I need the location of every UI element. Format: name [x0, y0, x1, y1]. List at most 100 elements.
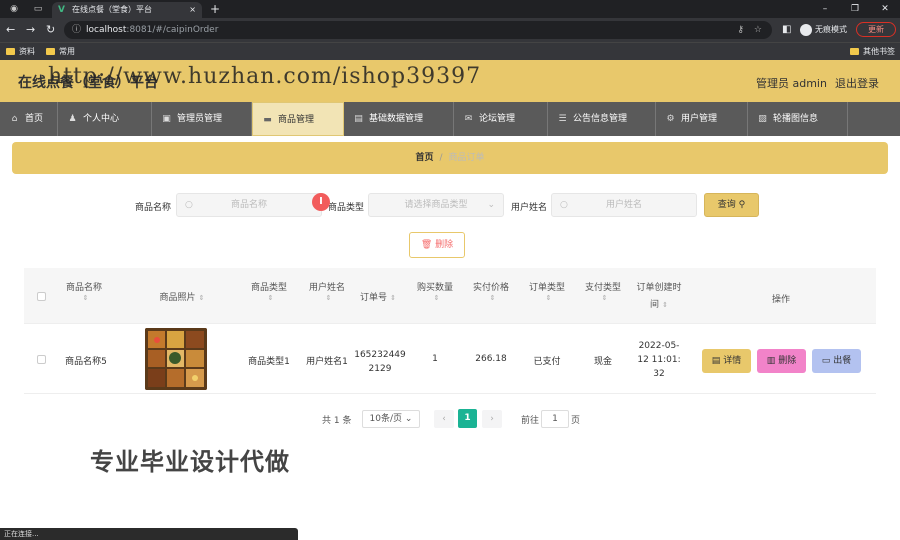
delete-label: 删除	[778, 356, 797, 366]
next-page-button[interactable]: ›	[482, 410, 502, 428]
key-icon[interactable]: ⚷	[737, 21, 744, 39]
sort-icon[interactable]: ⇕	[434, 294, 440, 302]
row-delete-button[interactable]: ▥ 删除	[757, 349, 806, 373]
tab-title: 在线点餐（堂食）平台	[72, 5, 152, 14]
cell-quantity: 1	[432, 354, 438, 364]
click-cursor-icon: I	[312, 193, 330, 211]
batch-delete-button[interactable]: 🗑︎ 删除	[409, 232, 465, 258]
incognito-label: 无痕模式	[815, 25, 847, 34]
user-name-input[interactable]: ○ 用户姓名	[551, 193, 697, 217]
page-size-label: 10条/页	[369, 414, 403, 424]
sort-icon[interactable]: ⇕	[268, 294, 274, 302]
close-window-button[interactable]: ✕	[870, 0, 900, 18]
back-icon[interactable]: ←	[6, 23, 15, 37]
incognito-indicator[interactable]: 无痕模式	[800, 23, 847, 37]
prev-page-button[interactable]: ‹	[434, 410, 454, 428]
pagination: 共 1 条 10条/页 ⌄ ‹ 1 › 前往 1 页	[0, 408, 900, 430]
menu-label: 公告信息管理	[573, 114, 628, 124]
sort-icon[interactable]: ⇕	[199, 294, 205, 302]
bookmark-label: 常用	[59, 47, 75, 56]
col-header-price[interactable]: 实付价格 ⇕	[468, 280, 514, 303]
menu-label: 基础数据管理	[369, 114, 424, 124]
browser-tab-active[interactable]: V 在线点餐（堂食）平台 ×	[52, 2, 202, 18]
food-photo-image	[145, 328, 207, 390]
col-header-order-type[interactable]: 订单类型 ⇕	[524, 280, 570, 303]
bookmarks-bar: 资料 常用 其他书签	[0, 42, 900, 60]
forward-icon[interactable]: →	[26, 23, 35, 37]
user-name-label: 用户姓名	[511, 203, 548, 213]
col-header-created[interactable]: 订单创建时间 ⇕	[636, 280, 682, 314]
maximize-button[interactable]: ❐	[840, 0, 870, 18]
header-label: 支付类型	[584, 283, 621, 293]
menu-label: 商品管理	[278, 115, 315, 125]
delete-button-label: 删除	[435, 240, 454, 250]
reload-icon[interactable]: ↻	[46, 23, 55, 37]
cell-user: 用户姓名1	[306, 357, 348, 367]
trash-icon: 🗑︎	[420, 240, 433, 250]
menu-item-forum[interactable]: ✉ 论坛管理	[454, 102, 548, 136]
header-label: 商品名称	[65, 283, 102, 293]
page-number-current[interactable]: 1	[458, 409, 477, 428]
list-icon: ☰	[558, 114, 567, 124]
product-type-select[interactable]: 请选择商品类型 ⌄	[368, 193, 504, 217]
logout-button[interactable]: 退出登录	[835, 75, 879, 91]
tab-search-icon[interactable]: ▭	[32, 3, 44, 15]
menu-item-profile[interactable]: ♟ 个人中心	[58, 102, 152, 136]
menu-item-users[interactable]: ⚙ 用户管理	[656, 102, 748, 136]
col-header-user[interactable]: 用户姓名 ⇕	[300, 280, 354, 303]
menu-item-notices[interactable]: ☰ 公告信息管理	[548, 102, 656, 136]
menu-item-products[interactable]: ▬ 商品管理	[252, 102, 344, 136]
detail-icon: ▤	[711, 356, 721, 366]
bookmark-folder-changyong[interactable]: 常用	[46, 45, 75, 59]
sort-icon[interactable]: ⇕	[662, 301, 668, 309]
col-header-type[interactable]: 商品类型 ⇕	[244, 280, 294, 303]
sort-icon[interactable]: ⇕	[83, 294, 89, 302]
bookmark-star-icon[interactable]: ☆	[754, 21, 762, 39]
row-checkbox[interactable]	[37, 355, 46, 364]
menu-item-basic-data[interactable]: ▤ 基础数据管理	[344, 102, 454, 136]
search-icon: ○	[185, 200, 193, 210]
col-header-order-no[interactable]: 订单号 ⇕	[352, 290, 404, 303]
sort-icon[interactable]: ⇕	[490, 294, 496, 302]
menu-item-home[interactable]: ⌂ 首页	[0, 102, 58, 136]
cell-price: 266.18	[475, 354, 507, 364]
col-header-photo[interactable]: 商品照片 ⇕	[142, 290, 222, 303]
ship-button[interactable]: ▭ 出餐	[812, 349, 861, 373]
new-tab-button[interactable]: +	[210, 2, 220, 16]
header-label: 用户姓名	[308, 283, 345, 293]
site-info-icon[interactable]: ⓘ	[72, 21, 81, 39]
menu-label: 个人中心	[83, 114, 120, 124]
sort-icon[interactable]: ⇕	[390, 294, 396, 302]
col-header-name[interactable]: 商品名称 ⇕	[54, 280, 114, 303]
tab-close-icon[interactable]: ×	[189, 2, 196, 18]
bookmark-folder-ziliao[interactable]: 资料	[6, 45, 35, 59]
top-menu: ⌂ 首页 ♟ 个人中心 ▣ 管理员管理 ▬ 商品管理 ▤ 基础数据管理 ✉ 论坛管理 ☰ 公告…	[0, 102, 900, 136]
admin-icon: ▣	[162, 114, 171, 124]
page-size-select[interactable]: 10条/页 ⌄	[362, 410, 420, 428]
promo-overlay-text: 专业毕业设计代做	[90, 448, 290, 476]
search-button[interactable]: 查询 ⚲	[704, 193, 759, 217]
sort-icon[interactable]: ⇕	[602, 294, 608, 302]
sort-icon[interactable]: ⇕	[326, 294, 332, 302]
menu-item-admins[interactable]: ▣ 管理员管理	[152, 102, 252, 136]
browser-menu-icon[interactable]: ◉	[8, 3, 20, 15]
product-type-label: 商品类型	[328, 203, 365, 213]
sort-icon[interactable]: ⇕	[546, 294, 552, 302]
minimize-button[interactable]: –	[810, 0, 840, 18]
detail-label: 详情	[723, 356, 742, 366]
goto-page-input[interactable]: 1	[541, 410, 569, 428]
breadcrumb-home[interactable]: 首页	[415, 153, 433, 163]
col-header-pay-type[interactable]: 支付类型 ⇕	[580, 280, 626, 303]
url-field[interactable]: ⓘ localhost:8081/#/caipinOrder ⚷ ☆	[64, 21, 772, 39]
menu-item-carousel[interactable]: ▨ 轮播图信息	[748, 102, 848, 136]
cell-type: 商品类型1	[248, 357, 290, 367]
side-panel-icon[interactable]: ◧	[782, 23, 791, 37]
cell-pay-type: 现金	[593, 357, 612, 367]
col-header-quantity[interactable]: 购买数量 ⇕	[412, 280, 458, 303]
detail-button[interactable]: ▤ 详情	[702, 349, 751, 373]
product-name-input[interactable]: ○ 商品名称	[176, 193, 322, 217]
select-all-checkbox[interactable]	[37, 292, 46, 301]
update-button[interactable]: 更新	[856, 22, 896, 37]
menu-label: 轮播图信息	[773, 114, 819, 124]
bookmark-folder-other[interactable]: 其他书签	[850, 45, 895, 59]
